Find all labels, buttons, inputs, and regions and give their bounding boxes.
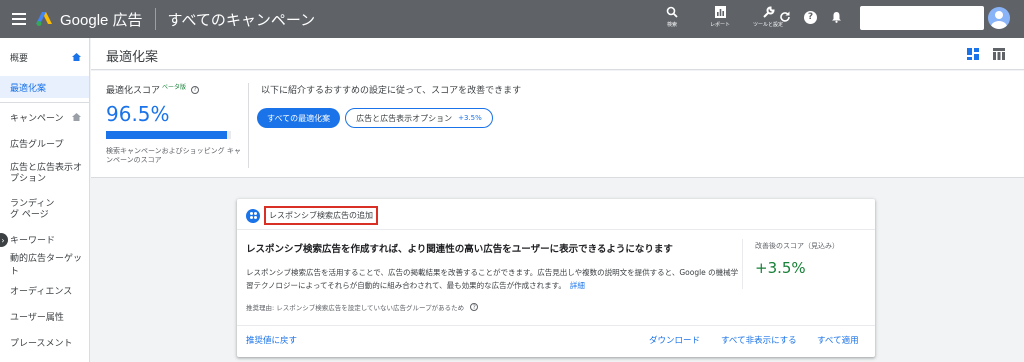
wrench-icon xyxy=(762,4,775,20)
score-label: 最適化スコア ベータ版 ? xyxy=(106,83,200,96)
sidebar-item-audiences[interactable]: オーディエンス xyxy=(0,277,89,303)
sidebar-item-keywords[interactable]: キーワード xyxy=(0,227,89,251)
sidebar-item-label: 概要 xyxy=(10,53,29,64)
sidebar-item-overview[interactable]: 概要 xyxy=(0,38,89,76)
dashboard-view-icon[interactable] xyxy=(967,48,979,60)
recommendation-reason: 推奨理由: レスポンシブ検索広告を設定していない広告グループがあるため ? xyxy=(246,302,479,312)
sidebar-item-dynamic-targets[interactable]: 動的広告ターゲット xyxy=(0,251,89,277)
google-ads-logo-icon xyxy=(36,12,52,26)
filter-chip-label: 広告と広告表示オプション xyxy=(356,113,453,123)
optimization-score-panel: 最適化スコア ベータ版 ? 96.5% 検索キャンペーンおよびショッピング キャ… xyxy=(91,71,1024,178)
filter-chip-all[interactable]: すべての最適化案 xyxy=(257,108,341,128)
card-divider xyxy=(237,229,875,230)
sidebar-item-label: キャンペーン xyxy=(10,113,64,124)
search-icon xyxy=(666,4,678,20)
score-caption: 検索キャンペーンおよびショッピング キャンペーンのスコア xyxy=(106,147,241,164)
brand-name[interactable]: Google 広告 xyxy=(60,9,143,30)
help-icon[interactable]: ? xyxy=(191,85,200,94)
table-view-icon[interactable] xyxy=(993,48,1005,60)
beta-badge: ベータ版 xyxy=(162,84,187,91)
filter-chip-uplift: +3.5% xyxy=(458,114,482,122)
reports-icon xyxy=(714,4,726,20)
sidebar-item-demographics[interactable]: ユーザー属性 xyxy=(0,303,89,329)
recommendation-heading: レスポンシブ検索広告を作成すれば、より関連性の高い広告をユーザーに表示できるよう… xyxy=(246,244,673,255)
sidebar-item-campaigns[interactable]: キャンペーン xyxy=(0,103,89,131)
home-icon xyxy=(72,53,81,61)
sidebar-item-ads-extensions[interactable]: 広告と広告表示オプション xyxy=(0,155,89,193)
filter-chips: すべての最適化案 広告と広告表示オプション +3.5% xyxy=(257,108,493,128)
card-header: レスポンシブ検索広告の追加 xyxy=(246,206,378,225)
search-tool[interactable]: 検索 xyxy=(655,4,689,29)
filter-chip-label: すべての最適化案 xyxy=(267,113,331,123)
reports-tool[interactable]: レポート xyxy=(703,4,737,29)
top-right-icons: ? xyxy=(778,10,843,24)
avatar[interactable] xyxy=(988,7,1010,29)
recommendation-card: レスポンシブ検索広告の追加 レスポンシブ検索広告を作成すれば、より関連性の高い広… xyxy=(237,199,875,357)
sidebar-item-label: 最適化案 xyxy=(10,83,47,94)
intro-text: 以下に紹介するおすすめの設定に従って、スコアを改善できます xyxy=(261,86,522,96)
learn-more-link[interactable]: 詳細 xyxy=(570,281,585,290)
sidebar-item-label: ランディング ページ xyxy=(10,199,55,220)
menu-icon[interactable] xyxy=(12,13,26,25)
page-header: 最適化案 xyxy=(91,38,1024,70)
header-divider xyxy=(154,8,156,30)
recommendation-body-text: レスポンシブ検索広告を活用することで、広告の掲載結果を改善することができます。広… xyxy=(246,268,739,290)
sidebar-item-label: 広告グループ xyxy=(10,139,64,150)
score-progress-fill xyxy=(106,131,227,139)
hide-all-button[interactable]: すべて非表示にする xyxy=(721,334,797,346)
apply-all-button[interactable]: すべて適用 xyxy=(817,334,859,346)
bell-icon[interactable] xyxy=(829,10,843,24)
score-progress-bar xyxy=(106,131,231,139)
estimated-score-label: 改善後のスコア（見込み） xyxy=(755,242,839,250)
sidebar-item-label: オーディエンス xyxy=(10,286,73,297)
sidebar-item-ad-groups[interactable]: 広告グループ xyxy=(0,131,89,155)
sidebar-item-placements[interactable]: プレースメント xyxy=(0,329,89,355)
page-title: 最適化案 xyxy=(106,50,159,65)
sidebar-item-landing-pages[interactable]: ランディング ページ xyxy=(0,193,89,227)
sidebar-item-recommendations[interactable]: 最適化案 xyxy=(0,76,89,98)
score-label-text: 最適化スコア xyxy=(106,86,161,96)
top-tools: 検索 レポート ツールと設定 xyxy=(655,4,785,29)
score-value: 96.5% xyxy=(106,102,170,126)
sidebar-item-label: キーワード xyxy=(10,235,56,246)
responsive-ads-icon xyxy=(246,208,260,223)
account-box[interactable] xyxy=(860,6,984,30)
refresh-icon[interactable] xyxy=(778,10,792,24)
sidebar-item-label: 広告と広告表示オプション xyxy=(10,163,83,184)
download-button[interactable]: ダウンロード xyxy=(649,334,700,346)
estimated-score-value: +3.5% xyxy=(755,259,806,277)
recommendation-body: レスポンシブ検索広告を活用することで、広告の掲載結果を改善することができます。広… xyxy=(246,266,741,292)
card-vertical-divider xyxy=(742,239,743,289)
sidebar-item-label: 動的広告ターゲット xyxy=(10,254,83,277)
sidebar: 概要 最適化案 キャンペーン 広告グループ 広告と広告表示オプション ランディン… xyxy=(0,38,90,362)
home-icon xyxy=(72,113,81,121)
recommendation-type-tag: レスポンシブ検索広告の追加 xyxy=(264,206,378,225)
campaign-scope-title[interactable]: すべてのキャンペーン xyxy=(168,9,316,30)
reports-tool-label: レポート xyxy=(709,22,730,28)
panel-divider xyxy=(248,83,249,168)
help-icon[interactable]: ? xyxy=(470,303,479,311)
help-icon[interactable]: ? xyxy=(804,10,817,24)
search-tool-label: 検索 xyxy=(666,22,677,28)
sidebar-item-label: プレースメント xyxy=(10,338,73,349)
card-footer-divider xyxy=(237,325,875,326)
filter-chip-ads-extensions[interactable]: 広告と広告表示オプション +3.5% xyxy=(345,108,493,128)
reason-text: 推奨理由: レスポンシブ検索広告を設定していない広告グループがあるため xyxy=(246,304,465,312)
sidebar-item-label: ユーザー属性 xyxy=(10,312,64,323)
revert-button[interactable]: 推奨値に戻す xyxy=(246,334,297,346)
